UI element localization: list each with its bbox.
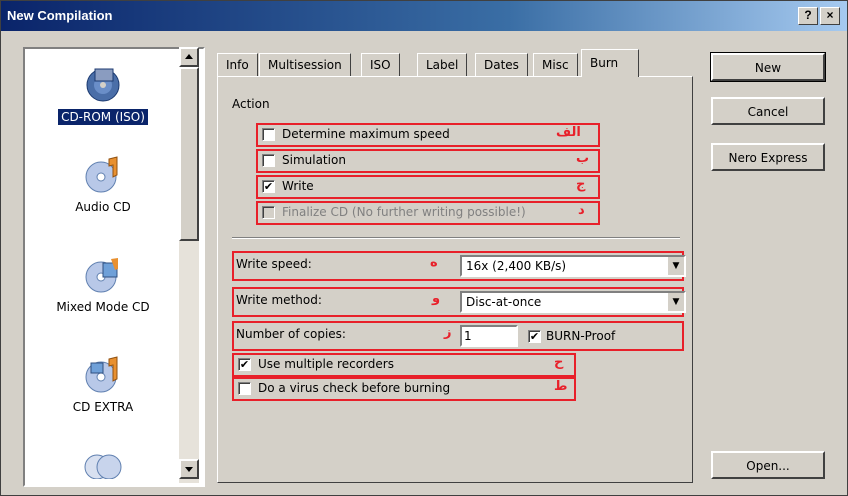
cd-extra-icon [85,356,118,393]
close-button[interactable]: × [820,7,840,25]
tab-multisession[interactable]: Multisession [259,53,351,77]
mixed-mode-cd-icon [85,258,118,293]
list-item-label: Audio CD [75,200,131,214]
list-item-label: CD EXTRA [72,400,134,414]
write-method-select[interactable]: Disc-at-once ▼ [460,291,686,313]
write-method-value: Disc-at-once [466,295,542,309]
annotation-tag: د [578,203,585,218]
multiple-recorders-checkbox[interactable]: ✔ [238,358,251,371]
list-item-label: CD-ROM (ISO) [58,109,148,125]
copies-input[interactable]: 1 [460,325,518,347]
multiple-recorders-label: Use multiple recorders [258,357,394,371]
open-button[interactable]: Open... [711,451,825,479]
tab-info[interactable]: Info [217,53,258,77]
new-button[interactable]: New [710,52,826,82]
virus-check-label: Do a virus check before burning [258,381,451,395]
virus-check-checkbox[interactable] [238,382,251,395]
annotation-tag: ح [554,355,564,370]
chevron-down-icon[interactable]: ▼ [667,293,684,311]
simulation-label: Simulation [282,153,346,167]
chevron-down-icon[interactable]: ▼ [667,257,684,275]
scroll-thumb[interactable] [179,67,199,241]
new-compilation-window: New Compilation ? × CD-ROM (ISO) Audio C… [0,0,848,496]
annotation-tag: ب [576,151,590,166]
tab-dates[interactable]: Dates [475,53,528,77]
triangle-down-icon [185,467,193,472]
annotation-tag: ط [554,379,568,394]
separator [232,237,680,239]
write-method-label: Write method: [236,293,322,307]
tab-label[interactable]: Label [417,53,468,77]
list-item-cd-rom-iso[interactable]: CD-ROM (ISO) [25,65,181,125]
annotation-tag: ز [444,325,452,340]
action-group-label: Action [232,97,270,111]
cancel-button[interactable]: Cancel [711,97,825,125]
burn-tab-panel: Action Determine maximum speed الف Simul… [217,76,693,483]
scroll-up-button[interactable] [179,47,199,67]
list-item-mixed-mode-cd[interactable]: Mixed Mode CD [25,255,181,315]
determine-max-speed-checkbox[interactable] [262,128,275,141]
annotation-tag: الف [556,125,581,140]
determine-max-speed-label: Determine maximum speed [282,127,450,141]
annotation-tag: و [432,291,441,306]
burn-proof-label: BURN-Proof [546,329,616,343]
triangle-up-icon [185,54,193,59]
burn-proof-checkbox[interactable]: ✔ [528,330,541,343]
help-button[interactable]: ? [798,7,818,25]
compilation-type-list[interactable]: CD-ROM (ISO) Audio CD Mixed Mode CD CD E… [23,47,205,487]
write-speed-label: Write speed: [236,257,312,271]
finalize-cd-label: Finalize CD (No further writing possible… [282,205,526,219]
title-bar: New Compilation ? × [1,1,847,31]
window-title: New Compilation [7,8,113,23]
list-item-audio-cd[interactable]: Audio CD [25,155,181,215]
scroll-down-button[interactable] [179,459,199,479]
annotation-tag: ه [430,255,438,270]
simulation-checkbox[interactable] [262,154,275,167]
nero-express-button[interactable]: Nero Express [711,143,825,171]
list-item-label: Mixed Mode CD [56,300,150,314]
write-speed-select[interactable]: 16x (2,400 KB/s) ▼ [460,255,686,277]
finalize-cd-checkbox[interactable] [262,206,275,219]
tab-misc[interactable]: Misc [533,53,578,77]
list-item-copy-cd[interactable] [25,449,181,483]
list-scrollbar[interactable] [179,47,199,483]
write-label: Write [282,179,314,193]
cd-rom-iso-icon [86,68,120,102]
list-item-cd-extra[interactable]: CD EXTRA [25,355,181,415]
write-checkbox[interactable]: ✔ [262,180,275,193]
tab-iso[interactable]: ISO [361,53,400,77]
write-speed-value: 16x (2,400 KB/s) [466,259,567,273]
audio-cd-icon [85,156,118,193]
copy-cd-icon [84,454,122,479]
copies-label: Number of copies: [236,327,346,341]
tab-burn[interactable]: Burn [581,49,639,77]
annotation-tag: ج [576,177,586,192]
